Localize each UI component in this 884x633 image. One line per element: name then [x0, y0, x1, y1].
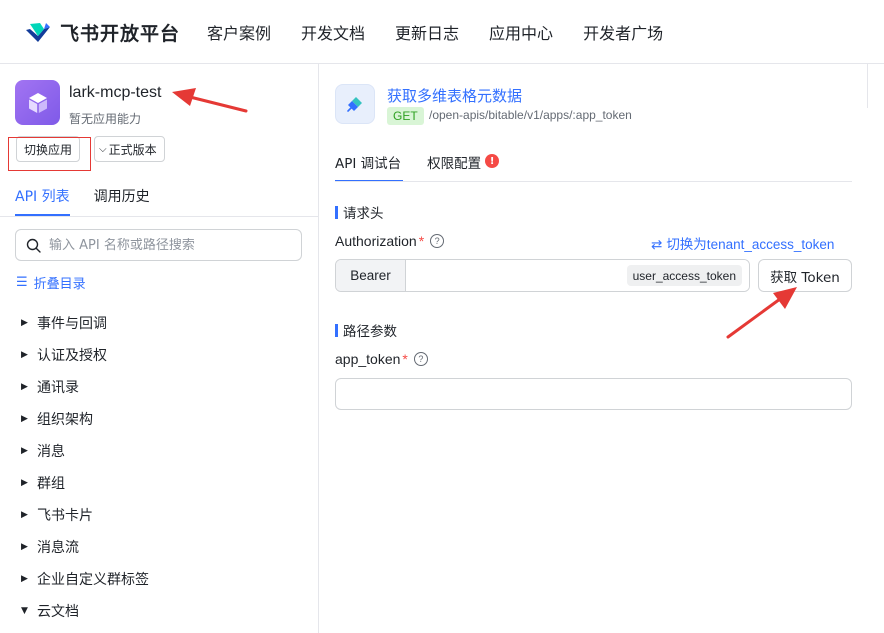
- category-label: 事件与回调: [37, 316, 107, 332]
- cube-icon: [28, 92, 47, 113]
- tab-permissions-label: 权限配置: [427, 156, 482, 172]
- app-token-input[interactable]: [335, 378, 852, 410]
- swap-icon: ⇄: [651, 237, 663, 252]
- path-params-section-title: 路径参数: [335, 320, 397, 340]
- http-method-badge: GET: [387, 107, 424, 125]
- authorization-field: Bearer user_access_token: [335, 259, 750, 292]
- divider: [335, 181, 852, 182]
- feishu-logo-icon: [26, 23, 50, 42]
- category-label: 消息流: [37, 540, 79, 556]
- token-type-tag[interactable]: user_access_token: [626, 265, 742, 286]
- nav-item-developer-square[interactable]: 开发者广场: [583, 20, 663, 44]
- required-mark: *: [418, 233, 425, 249]
- category-item[interactable]: ▶ 企业自定义群标签: [21, 563, 149, 595]
- help-icon[interactable]: ?: [413, 352, 428, 366]
- tab-call-history[interactable]: 调用历史: [94, 182, 150, 216]
- collapse-label: 折叠目录: [33, 277, 86, 292]
- caret-right-icon: ▶: [21, 510, 28, 520]
- plug-icon: [347, 97, 362, 112]
- collapse-directory-link[interactable]: ☰ 折叠目录: [16, 273, 86, 292]
- authorization-label: Authorization * ?: [335, 233, 445, 249]
- get-token-button[interactable]: 获取 Token: [758, 259, 852, 292]
- category-label: 组织架构: [37, 412, 93, 428]
- section-label: 请求头: [343, 206, 384, 222]
- list-icon: ☰: [16, 275, 28, 290]
- divider: [0, 216, 318, 217]
- app-token-label: app_token * ?: [335, 351, 428, 367]
- warning-icon: !: [485, 154, 500, 168]
- caret-right-icon: ▶: [21, 446, 28, 456]
- category-label: 群组: [37, 476, 65, 492]
- category-item[interactable]: ▶ 认证及授权: [21, 339, 149, 371]
- category-label: 飞书卡片: [37, 508, 93, 524]
- tab-api-console[interactable]: API 调试台: [335, 150, 404, 182]
- authorization-label-text: Authorization: [335, 233, 417, 249]
- caret-right-icon: ▶: [21, 382, 28, 392]
- required-mark: *: [402, 351, 408, 367]
- api-console: 获取多维表格元数据 GET /open-apis/bitable/v1/apps…: [320, 64, 868, 633]
- category-label: 企业自定义群标签: [37, 572, 149, 588]
- tab-permissions[interactable]: 权限配置 !: [427, 150, 500, 182]
- api-title: 获取多维表格元数据: [387, 87, 523, 105]
- nav-item-changelog[interactable]: 更新日志: [395, 20, 459, 44]
- section-marker: [335, 205, 338, 219]
- search-icon: [26, 238, 41, 253]
- category-label: 通讯录: [37, 380, 79, 396]
- main-nav: 客户案例 开发文档 更新日志 应用中心 开发者广场: [207, 0, 693, 64]
- nav-item-docs[interactable]: 开发文档: [301, 20, 365, 44]
- nav-item-app-center[interactable]: 应用中心: [489, 20, 553, 44]
- category-label: 消息: [37, 444, 65, 460]
- category-item[interactable]: ▶ 通讯录: [21, 371, 149, 403]
- category-item[interactable]: ▶ 飞书卡片: [21, 499, 149, 531]
- category-item[interactable]: ▶ 组织架构: [21, 403, 149, 435]
- category-list: ▶ 事件与回调 ▶ 认证及授权 ▶ 通讯录 ▶ 组织架构 ▶ 消息 ▶ 群组 ▶ 飞书卡片 ▶…: [21, 307, 149, 627]
- api-sidebar: lark-mcp-test 暂无应用能力 切换应用 ⌵ 正式版本 API 列表 …: [0, 64, 319, 633]
- tab-api-list[interactable]: API 列表: [15, 182, 70, 216]
- switch-tenant-token-link[interactable]: ⇄ 切换为tenant_access_token: [651, 233, 834, 253]
- caret-right-icon: ▶: [21, 318, 28, 328]
- caret-down-icon: ▼: [21, 606, 28, 616]
- version-label: 正式版本: [108, 142, 157, 157]
- caret-right-icon: ▶: [21, 350, 28, 360]
- category-item[interactable]: ▶ 群组: [21, 467, 149, 499]
- app-avatar: [15, 80, 60, 125]
- caret-right-icon: ▶: [21, 542, 28, 552]
- search-input[interactable]: [49, 237, 289, 253]
- top-navbar: 飞书开放平台 客户案例 开发文档 更新日志 应用中心 开发者广场: [0, 0, 884, 64]
- nav-item-cases[interactable]: 客户案例: [207, 20, 271, 44]
- app-capability-text: 暂无应用能力: [69, 112, 142, 126]
- api-icon: [335, 84, 375, 124]
- app-card: lark-mcp-test 暂无应用能力: [15, 80, 161, 126]
- caret-right-icon: ▶: [21, 414, 28, 424]
- chevron-down-icon: ⌵: [99, 143, 107, 155]
- console-tabs: API 调试台 权限配置 !: [335, 150, 523, 182]
- category-label: 认证及授权: [37, 348, 107, 364]
- version-select[interactable]: ⌵ 正式版本: [94, 136, 165, 162]
- app-token-label-text: app_token: [335, 351, 401, 367]
- api-path: /open-apis/bitable/v1/apps/:app_token: [429, 108, 632, 122]
- caret-right-icon: ▶: [21, 478, 28, 488]
- category-item[interactable]: ▶ 事件与回调: [21, 307, 149, 339]
- help-icon[interactable]: ?: [430, 234, 445, 248]
- section-marker: [335, 323, 338, 337]
- sidebar-tabs: API 列表 调用历史: [15, 182, 174, 216]
- api-search: [15, 229, 302, 261]
- brand-name: 飞书开放平台: [60, 22, 181, 45]
- category-item[interactable]: ▶ 消息流: [21, 531, 149, 563]
- app-name: lark-mcp-test: [69, 84, 162, 101]
- request-header-section-title: 请求头: [335, 202, 384, 222]
- category-item-expanded[interactable]: ▼ 云文档: [21, 595, 149, 627]
- caret-right-icon: ▶: [21, 574, 28, 584]
- switch-token-label: 切换为tenant_access_token: [666, 237, 835, 252]
- bearer-prefix: Bearer: [336, 260, 406, 291]
- category-item[interactable]: ▶ 消息: [21, 435, 149, 467]
- section-label: 路径参数: [343, 324, 397, 340]
- category-label: 云文档: [37, 604, 79, 620]
- brand[interactable]: 飞书开放平台: [24, 18, 180, 46]
- annotation-highlight-box: [8, 137, 91, 171]
